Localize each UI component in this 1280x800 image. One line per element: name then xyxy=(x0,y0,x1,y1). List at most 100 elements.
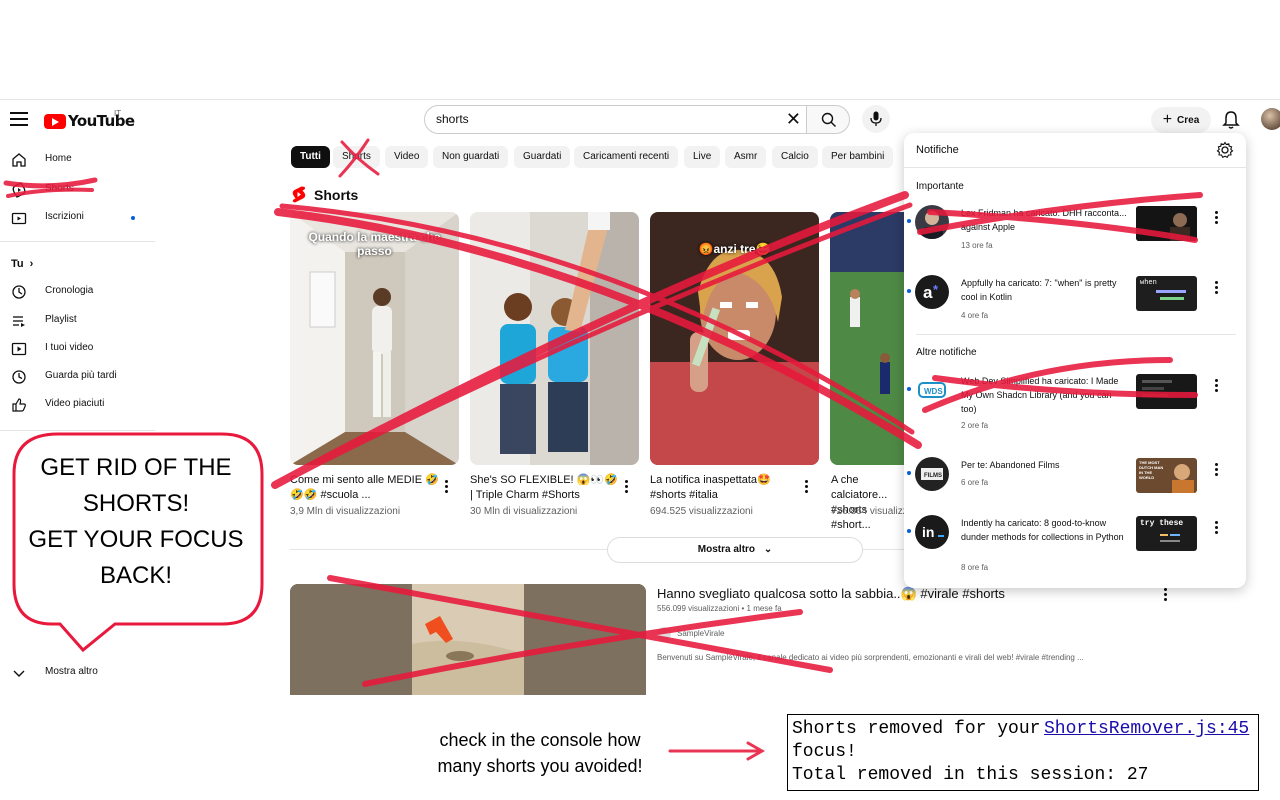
clear-search-icon[interactable]: ✕ xyxy=(786,109,801,130)
svg-text:WDS: WDS xyxy=(924,387,943,396)
sidebar-item-home[interactable]: Home xyxy=(0,148,160,172)
notification-menu-icon[interactable] xyxy=(1215,211,1219,226)
thumbnail-label: when xyxy=(1140,279,1157,287)
unread-dot xyxy=(907,471,911,475)
plus-icon: + xyxy=(1162,111,1173,128)
notification-thumbnail xyxy=(1136,374,1197,409)
svg-text:in: in xyxy=(922,524,934,540)
short-2-menu-icon[interactable] xyxy=(625,480,629,495)
gear-icon[interactable] xyxy=(1216,141,1234,159)
youtube-play-icon xyxy=(44,113,66,129)
chip-unwatched[interactable]: Non guardati xyxy=(433,146,509,168)
chip-recent-uploads[interactable]: Caricamenti recenti xyxy=(574,146,679,168)
search-input[interactable]: shorts xyxy=(436,112,469,126)
sidebar-item-history[interactable]: Cronologia xyxy=(0,280,160,304)
video-menu-icon[interactable] xyxy=(1164,588,1168,603)
unread-dot xyxy=(907,387,911,391)
sidebar-item-label: Video piaciuti xyxy=(45,398,105,409)
other-section-label: Altre notifiche xyxy=(916,347,977,358)
sidebar-item-playlist[interactable]: Playlist xyxy=(0,309,160,333)
short-1-menu-icon[interactable] xyxy=(445,480,449,495)
short-4-views: 726.864 visualizzazioni xyxy=(831,506,905,517)
sidebar-divider xyxy=(0,430,155,431)
chip-video[interactable]: Video xyxy=(385,146,429,168)
notification-item[interactable]: in Indently ha caricato: 8 good-to-know … xyxy=(904,513,1246,573)
console-line-3: Total removed in this session: 27 xyxy=(792,765,1149,785)
notification-item[interactable]: a * Appfully ha caricato: 7: "when" is pr… xyxy=(904,273,1246,333)
notification-menu-icon[interactable] xyxy=(1215,463,1219,478)
short-1-title[interactable]: Come mi sento alle MEDIE 🤣🤣🤣 #scuola ... xyxy=(290,473,440,503)
notifications-bell-icon[interactable] xyxy=(1222,110,1240,130)
shelf-show-more-button[interactable]: Mostra altro ⌄ xyxy=(607,537,863,563)
chip-asmr[interactable]: Asmr xyxy=(725,146,767,168)
video-thumbnail-image xyxy=(290,584,646,695)
subscriptions-icon xyxy=(11,212,27,225)
sidebar-item-shorts[interactable]: Shorts xyxy=(0,178,160,202)
sidebar-item-label: I tuoi video xyxy=(45,342,94,353)
short-3-menu-icon[interactable] xyxy=(805,480,809,495)
short-thumbnail-1[interactable]: Quando la maestra che passo xyxy=(290,212,459,465)
sidebar-item-liked-videos[interactable]: Video piaciuti xyxy=(0,393,160,417)
shelf-title-label: Shorts xyxy=(314,186,359,203)
you-section-heading[interactable]: Tu › xyxy=(11,258,33,270)
sidebar-item-label: Home xyxy=(45,153,72,164)
channel-avatar: WDS xyxy=(915,373,949,407)
voice-search-button[interactable] xyxy=(862,105,890,133)
svg-text:a: a xyxy=(923,283,933,302)
notification-menu-icon[interactable] xyxy=(1215,521,1219,536)
chip-all[interactable]: Tutti xyxy=(291,146,330,168)
notification-item[interactable]: WDS Web Dev Simplified ha caricato: I Ma… xyxy=(904,371,1246,431)
notification-item[interactable]: FILMS Per te: Abandoned Films 6 ore fa T… xyxy=(904,455,1246,505)
sidebar-item-label: Iscrizioni xyxy=(45,211,84,222)
short-4-title[interactable]: A che calciatore... #shorts #short... xyxy=(831,473,905,533)
short-2-title[interactable]: She's SO FLEXIBLE! 😱👀🤣 | Triple Charm #S… xyxy=(470,473,620,503)
new-content-dot xyxy=(131,216,135,220)
create-button[interactable]: + Crea xyxy=(1151,107,1211,133)
short-4-image xyxy=(830,212,910,465)
notification-text: Web Dev Simplified ha caricato: I Made M… xyxy=(961,376,1119,414)
short-thumbnail-3[interactable]: 😡anzi tre😂 xyxy=(650,212,819,465)
short-thumbnail-2[interactable] xyxy=(470,212,639,465)
channel-avatar[interactable] xyxy=(657,627,671,641)
home-icon xyxy=(12,153,26,167)
sidebar-item-your-videos[interactable]: I tuoi video xyxy=(0,337,160,361)
video-channel[interactable]: SampleVirale xyxy=(657,627,724,641)
video-thumbnail[interactable] xyxy=(290,584,646,695)
chip-watched[interactable]: Guardati xyxy=(514,146,571,168)
bubble-line-2: GET YOUR FOCUS BACK! xyxy=(28,526,244,589)
video-title[interactable]: Hanno svegliato qualcosa sotto la sabbia… xyxy=(657,586,1005,602)
search-button[interactable] xyxy=(806,105,850,134)
shelf-show-more-label: Mostra altro xyxy=(697,544,756,555)
sidebar-item-watch-later[interactable]: Guarda più tardi xyxy=(0,365,160,389)
chip-kids[interactable]: Per bambini xyxy=(822,146,894,168)
channel-name: SampleVirale xyxy=(677,629,725,639)
thumbs-up-icon xyxy=(12,398,26,412)
shorts-icon xyxy=(12,182,26,198)
notification-time: 4 ore fa xyxy=(961,311,989,320)
chevron-down-icon xyxy=(13,670,25,677)
sidebar-item-label: Cronologia xyxy=(45,285,94,296)
short-3-title[interactable]: La notifica inaspettata🤩 #shorts #italia xyxy=(650,473,800,503)
chip-football[interactable]: Calcio xyxy=(772,146,818,168)
unread-dot xyxy=(907,219,911,223)
sidebar-show-more[interactable]: Mostra altro xyxy=(0,661,160,685)
menu-icon[interactable] xyxy=(10,112,28,126)
short-thumbnail-4[interactable] xyxy=(830,212,910,465)
chip-live[interactable]: Live xyxy=(684,146,721,168)
notification-text: Per te: Abandoned Films xyxy=(961,460,1060,470)
short-2-views: 30 Mln di visualizzazioni xyxy=(470,506,578,517)
short-1-views: 3,9 Mln di visualizzazioni xyxy=(290,506,401,517)
notification-thumbnail: THE MOST DUTCH MAN IN THE WORLD xyxy=(1136,458,1197,493)
video-description: Benvenuti su SampleVirale, il canale ded… xyxy=(657,653,1084,662)
sidebar-item-subscriptions[interactable]: Iscrizioni xyxy=(0,206,160,230)
chip-shorts[interactable]: Shorts xyxy=(333,146,380,168)
annotation-bubble: GET RID OF THE SHORTS! GET YOUR FOCUS BA… xyxy=(14,450,258,594)
account-avatar[interactable] xyxy=(1261,108,1280,130)
notification-menu-icon[interactable] xyxy=(1215,281,1219,296)
search-box[interactable]: shorts ✕ xyxy=(424,105,808,134)
sidebar-item-label: Shorts xyxy=(45,183,74,194)
notification-menu-icon[interactable] xyxy=(1215,379,1219,394)
notification-item[interactable]: Lex Fridman ha caricato: DHH racconta...… xyxy=(904,203,1246,267)
console-source-link[interactable]: ShortsRemover.js:45 xyxy=(1044,718,1249,741)
thumbnail-label: try these xyxy=(1140,519,1184,528)
